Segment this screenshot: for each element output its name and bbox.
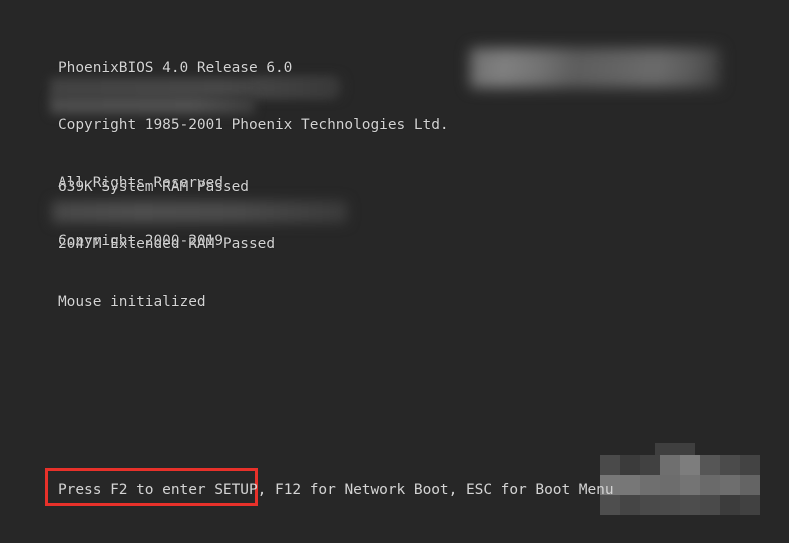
mosaic-tile	[680, 495, 700, 515]
mosaic-tile	[600, 455, 620, 475]
bios-line-version: PhoenixBIOS 4.0 Release 6.0	[58, 59, 293, 76]
mosaic-tile	[740, 475, 760, 495]
mosaic-tile	[660, 455, 680, 475]
mosaic-tile	[660, 495, 680, 515]
redaction-block-bottom-right	[600, 455, 760, 515]
redaction-block-top-right	[470, 48, 720, 88]
mosaic-tile	[720, 475, 740, 495]
mosaic-tile	[740, 495, 760, 515]
mosaic-tile	[620, 455, 640, 475]
bios-memory-block: 639K System RAM Passed 2047M Extended RA…	[58, 139, 275, 351]
mosaic-tile	[720, 455, 740, 475]
bios-post-screen: PhoenixBIOS 4.0 Release 6.0 Copyright 19…	[0, 0, 789, 543]
mosaic-tile	[700, 495, 720, 515]
mosaic-tile	[640, 475, 660, 495]
mosaic-tile	[680, 455, 700, 475]
mosaic-tile	[700, 475, 720, 495]
mosaic-tile	[700, 455, 720, 475]
bios-line-copyright-phoenix: Copyright 1985-2001 Phoenix Technologies…	[58, 117, 449, 134]
mosaic-tile	[660, 475, 680, 495]
mosaic-tile	[640, 495, 660, 515]
mosaic-tile	[620, 495, 640, 515]
mosaic-tile	[620, 475, 640, 495]
boot-prompt-rest-text: F12 for Network Boot, ESC for Boot Menu	[266, 482, 614, 498]
bios-line-system-ram: 639K System RAM Passed	[58, 178, 249, 195]
mosaic-tile	[720, 495, 740, 515]
boot-prompt-setup-text[interactable]: Press F2 to enter SETUP,	[58, 482, 266, 498]
boot-prompt-line: Press F2 to enter SETUP, F12 for Network…	[58, 481, 614, 500]
mosaic-tile	[680, 475, 700, 495]
bios-line-mouse: Mouse initialized	[58, 294, 206, 311]
mosaic-tile	[740, 455, 760, 475]
redaction-mosaic-cap	[655, 443, 695, 457]
mosaic-tile	[640, 455, 660, 475]
bios-line-extended-ram: 2047M Extended RAM Passed	[58, 236, 275, 253]
